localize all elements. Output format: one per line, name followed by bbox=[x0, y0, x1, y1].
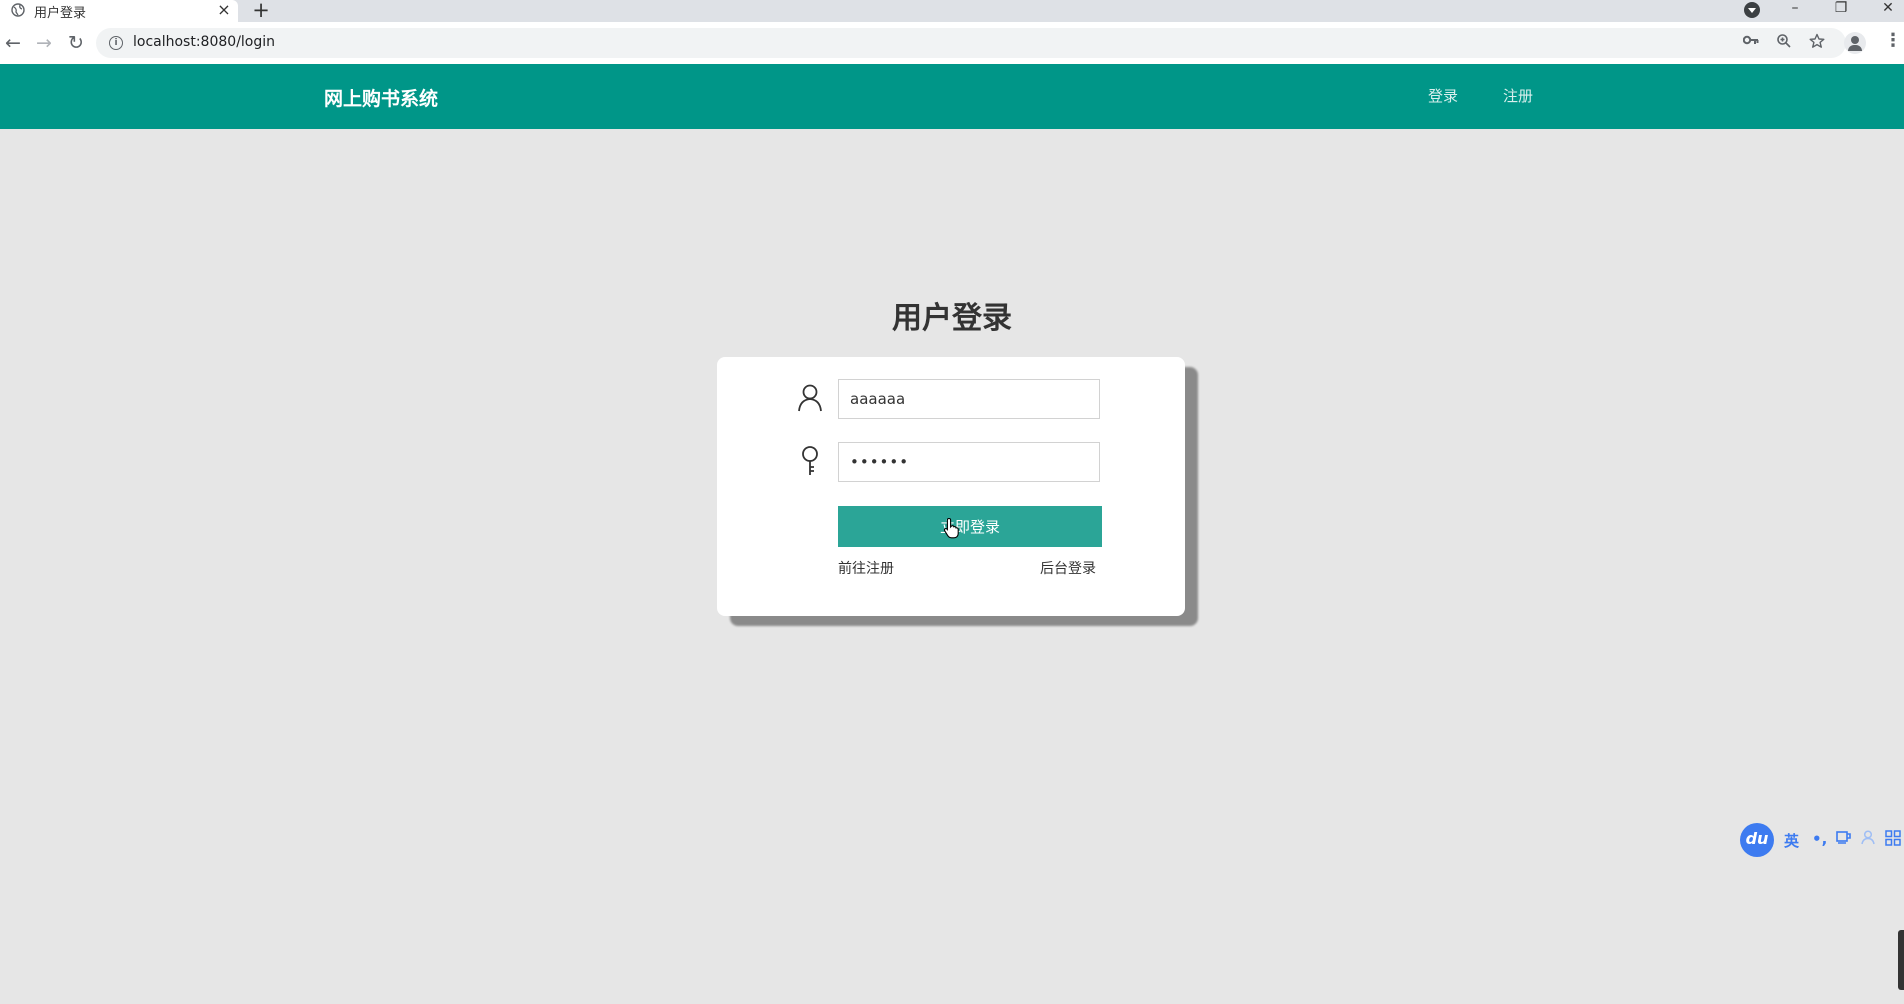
new-tab-button[interactable]: + bbox=[250, 0, 272, 22]
info-icon[interactable]: i bbox=[109, 36, 123, 50]
zoom-icon[interactable] bbox=[1773, 33, 1795, 53]
ime-logo[interactable]: du bbox=[1740, 823, 1774, 857]
forward-arrow-icon[interactable]: → bbox=[31, 30, 57, 56]
ime-grid-icon[interactable] bbox=[1885, 830, 1901, 850]
nav-login-link[interactable]: 登录 bbox=[1428, 85, 1458, 106]
minimize-button[interactable]: – bbox=[1773, 0, 1817, 22]
hand-cursor-icon bbox=[943, 517, 959, 539]
ime-user-icon[interactable] bbox=[1861, 830, 1875, 849]
url-text[interactable]: localhost:8080/login bbox=[133, 34, 275, 50]
restore-button[interactable]: ❐ bbox=[1819, 0, 1863, 22]
tab-close-icon[interactable]: × bbox=[215, 0, 233, 19]
tab-search-icon[interactable] bbox=[1744, 2, 1760, 18]
password-input[interactable] bbox=[838, 442, 1100, 482]
account-icon[interactable] bbox=[1844, 32, 1866, 54]
nav-register-link[interactable]: 注册 bbox=[1503, 85, 1533, 106]
browser-toolbar: ← → ↻ i localhost:8080/login ⋮ bbox=[0, 22, 1904, 65]
key-icon[interactable] bbox=[1740, 33, 1762, 53]
browser-tab[interactable]: 用户登录 × bbox=[0, 0, 238, 22]
address-bar[interactable]: i localhost:8080/login bbox=[96, 28, 1846, 58]
key-icon bbox=[802, 446, 818, 475]
ime-cup-icon[interactable] bbox=[1836, 830, 1852, 848]
ime-language-toggle[interactable]: 英 bbox=[1784, 830, 1799, 851]
register-link[interactable]: 前往注册 bbox=[838, 558, 894, 578]
close-window-button[interactable]: ✕ bbox=[1866, 0, 1904, 22]
site-brand[interactable]: 网上购书系统 bbox=[324, 84, 438, 111]
admin-login-link[interactable]: 后台登录 bbox=[1040, 558, 1096, 578]
ime-punctuation-toggle[interactable]: •, bbox=[1812, 830, 1827, 848]
browser-tab-strip: 用户登录 × + – ❐ ✕ bbox=[0, 0, 1904, 22]
page-title: 用户登录 bbox=[892, 301, 1012, 336]
back-arrow-icon[interactable]: ← bbox=[0, 30, 26, 56]
star-icon[interactable] bbox=[1806, 33, 1828, 53]
username-input[interactable] bbox=[838, 379, 1100, 419]
reload-icon[interactable]: ↻ bbox=[63, 30, 89, 56]
site-header: 网上购书系统 登录 注册 bbox=[0, 64, 1904, 129]
side-panel-handle[interactable] bbox=[1898, 930, 1904, 990]
more-icon[interactable]: ⋮ bbox=[1884, 30, 1902, 56]
globe-icon bbox=[11, 3, 25, 17]
tab-title: 用户登录 bbox=[34, 6, 87, 21]
login-card: 立即登录 前往注册 后台登录 bbox=[717, 357, 1185, 616]
user-icon bbox=[798, 384, 822, 412]
login-submit-button[interactable]: 立即登录 bbox=[838, 506, 1102, 547]
